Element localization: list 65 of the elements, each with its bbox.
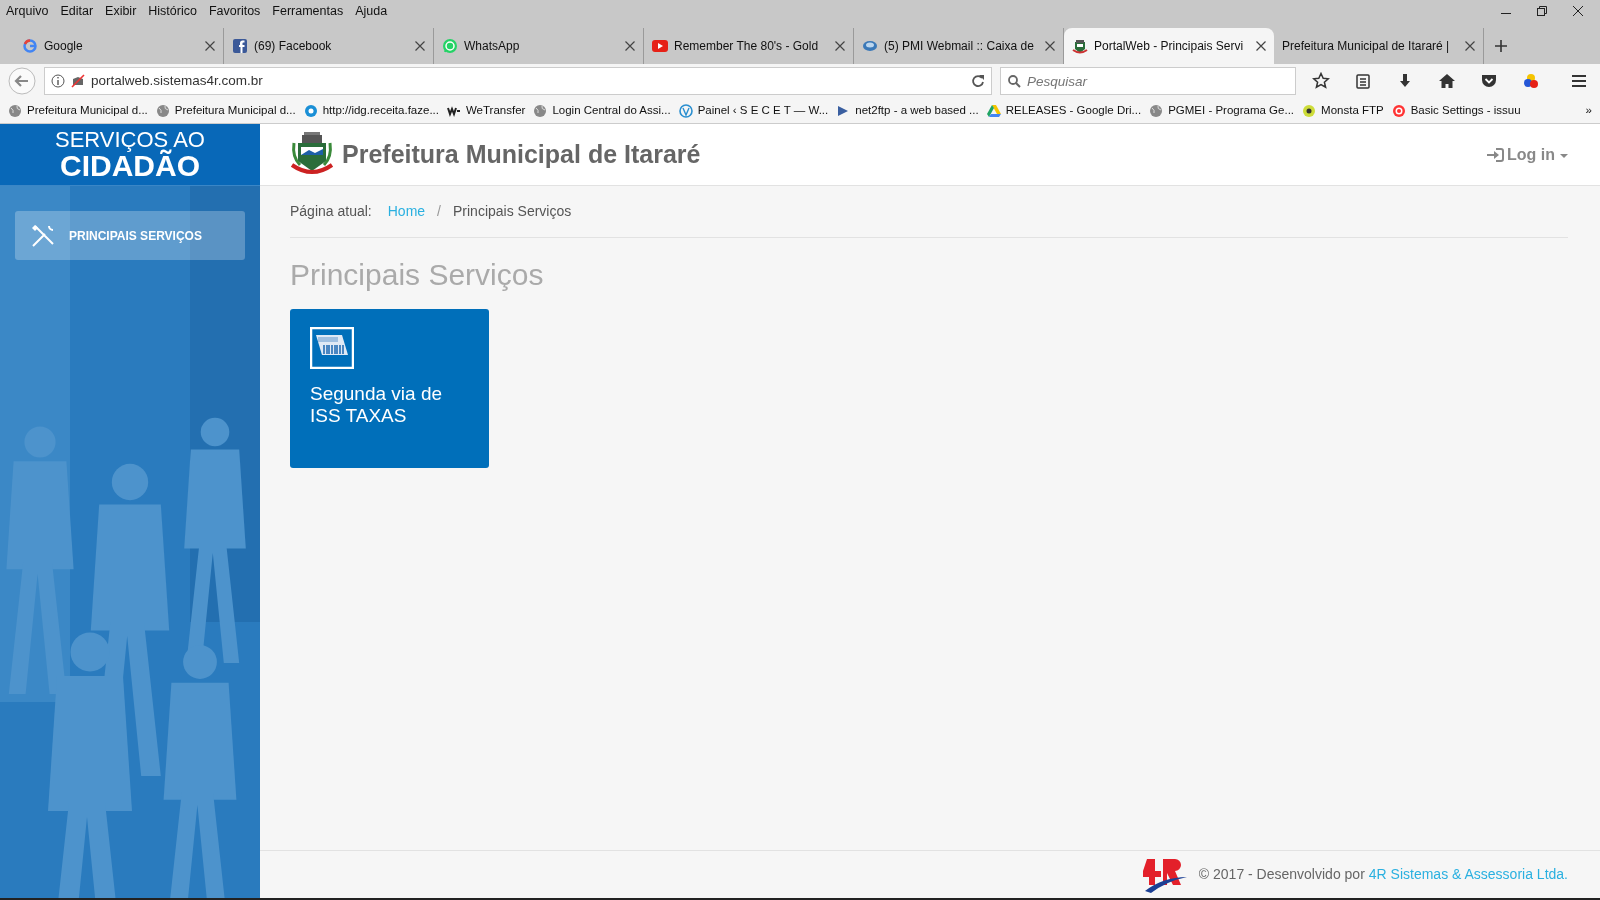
close-icon[interactable] bbox=[1465, 41, 1475, 51]
bookmark[interactable]: Basic Settings - issuu bbox=[1391, 101, 1521, 120]
bookmark[interactable]: http://idg.receita.faze... bbox=[303, 101, 439, 120]
service-tile[interactable]: Segunda via de ISS TAXAS bbox=[290, 309, 489, 468]
clipboard-icon[interactable] bbox=[1354, 72, 1372, 90]
login-menu[interactable]: Log in bbox=[1486, 142, 1570, 167]
close-icon[interactable] bbox=[415, 41, 425, 51]
search-field[interactable]: Pesquisar bbox=[1000, 67, 1296, 95]
close-icon[interactable] bbox=[1045, 41, 1055, 51]
bookmark[interactable]: Monsta FTP bbox=[1302, 101, 1384, 120]
blocked-content-icon bbox=[71, 74, 85, 88]
square-icon bbox=[232, 38, 248, 54]
menu-item[interactable]: Arquivo bbox=[6, 1, 49, 21]
target-icon bbox=[1302, 103, 1317, 118]
colored-dots-icon[interactable] bbox=[1522, 72, 1540, 90]
reload-icon[interactable] bbox=[971, 74, 985, 88]
breadcrumb-current: Principais Serviços bbox=[453, 202, 572, 221]
back-icon[interactable] bbox=[8, 67, 36, 95]
home-icon[interactable] bbox=[1438, 72, 1456, 90]
pocket-icon[interactable] bbox=[1480, 72, 1498, 90]
bookmark[interactable]: Prefeitura Municipal d... bbox=[8, 101, 148, 120]
sidebar-title: CIDADÃO bbox=[60, 150, 200, 181]
info-icon bbox=[51, 74, 65, 88]
site-title: Prefeitura Municipal de Itararé bbox=[342, 138, 701, 170]
bookmarks-overflow-button[interactable]: » bbox=[1585, 101, 1592, 120]
close-icon[interactable] bbox=[1572, 5, 1584, 17]
tab[interactable]: PortalWeb - Principais Servi bbox=[1064, 28, 1274, 64]
play-icon bbox=[652, 38, 668, 54]
address-field[interactable]: portalweb.sistemas4r.com.br bbox=[44, 67, 992, 95]
breadcrumb-label: Página atual: bbox=[290, 202, 372, 221]
menu-item[interactable]: Exibir bbox=[105, 1, 137, 21]
bookmark-star-icon[interactable] bbox=[1312, 72, 1330, 90]
circle-logo-icon bbox=[678, 103, 693, 118]
restore-icon[interactable] bbox=[1536, 5, 1548, 17]
breadcrumb-separator: / bbox=[437, 202, 441, 221]
menu-item[interactable]: Histórico bbox=[148, 1, 197, 21]
bookmark[interactable]: RELEASES - Google Dri... bbox=[986, 101, 1142, 120]
bookmark[interactable]: Painel ‹ S E C E T — W... bbox=[678, 101, 829, 120]
close-icon[interactable] bbox=[835, 41, 845, 51]
ring-icon bbox=[303, 103, 318, 118]
bookmark[interactable]: PGMEI - Programa Ge... bbox=[1149, 101, 1295, 120]
close-icon[interactable] bbox=[625, 41, 635, 51]
barcode-ticket-icon bbox=[310, 327, 354, 369]
bookmark[interactable]: net2ftp - a web based ... bbox=[836, 101, 979, 120]
menu-item[interactable]: Ferramentas bbox=[272, 1, 344, 21]
new-tab-icon[interactable] bbox=[1494, 39, 1508, 53]
triangle-icon bbox=[986, 103, 1001, 118]
chat-bubble-icon bbox=[442, 38, 458, 54]
search-icon bbox=[1007, 74, 1021, 88]
menu-icon[interactable] bbox=[1570, 72, 1588, 90]
sign-in-icon bbox=[1486, 146, 1504, 163]
close-icon[interactable] bbox=[205, 41, 215, 51]
menu-item[interactable]: Ajuda bbox=[355, 1, 388, 21]
menu-item[interactable]: Favoritos bbox=[208, 1, 261, 21]
close-icon[interactable] bbox=[1256, 41, 1266, 51]
multicolor-ring-icon bbox=[22, 38, 38, 54]
bookmark[interactable]: Prefeitura Municipal d... bbox=[155, 101, 296, 120]
menu-item[interactable]: Editar bbox=[60, 1, 94, 21]
bookmark[interactable]: Login Central do Assi... bbox=[533, 101, 671, 120]
company-logo-icon bbox=[1142, 856, 1187, 893]
bookmark[interactable]: WeTransfer bbox=[446, 101, 526, 120]
footer-text: © 2017 - Desenvolvido por bbox=[1198, 865, 1365, 884]
crest-icon bbox=[1072, 38, 1088, 54]
page-title: Principais Serviços bbox=[290, 257, 545, 293]
target-icon bbox=[1391, 103, 1406, 118]
